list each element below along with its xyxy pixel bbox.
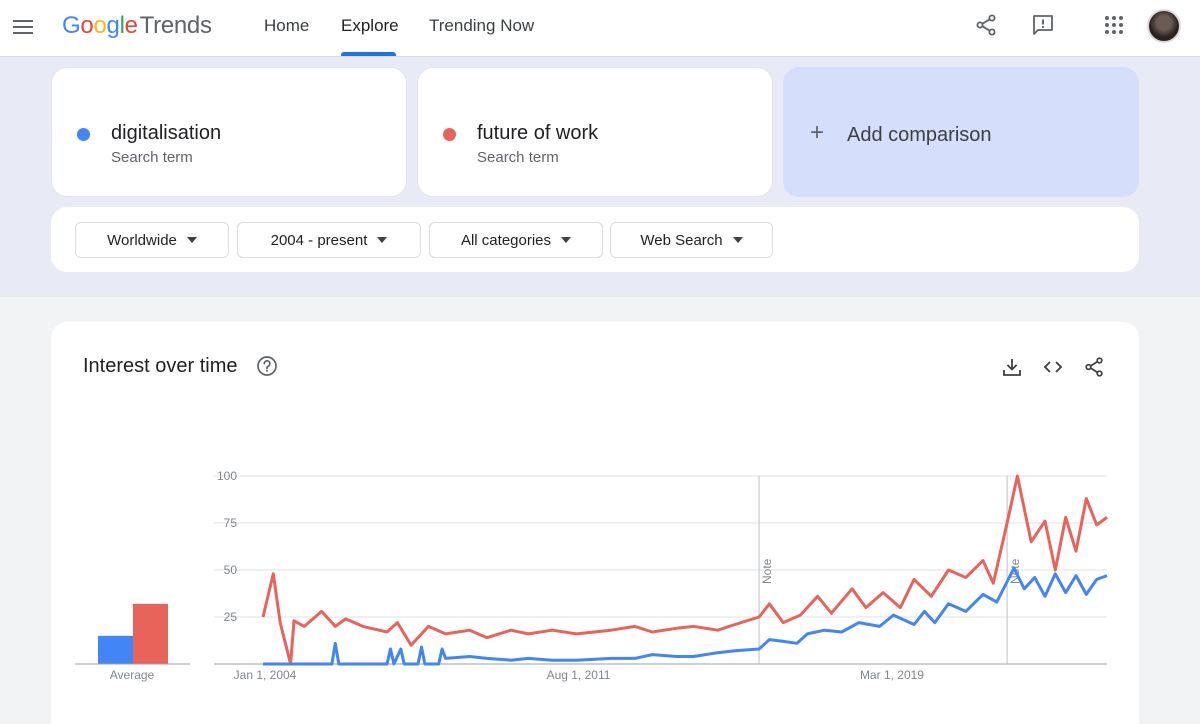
active-tab-indicator	[341, 52, 396, 56]
location-filter-dropdown[interactable]: Worldwide	[75, 222, 229, 258]
category-filter-value: All categories	[460, 231, 552, 249]
search-term-card-2[interactable]: future of work Search term	[417, 67, 773, 197]
feedback-icon[interactable]	[1031, 13, 1055, 37]
y-tick-label: 100	[217, 469, 237, 483]
y-tick-label: 50	[224, 563, 238, 577]
interest-over-time-chart: 255075100Note NoteJan 1, 2004 Aug 1, 2011 M…	[75, 469, 1108, 682]
dropdown-arrow-icon	[377, 237, 388, 243]
add-comparison-label: Add comparison	[847, 124, 992, 146]
search-term-card-1[interactable]: digitalisation Search term	[51, 67, 407, 197]
nav-tab-home[interactable]: Home	[264, 16, 309, 36]
share-icon[interactable]	[974, 13, 998, 37]
search-term-name: future of work	[477, 122, 599, 144]
series-line-digitalisation	[263, 566, 1108, 666]
search-type-filter-value: Web Search	[640, 231, 723, 249]
explore-header-panel: digitalisation Search term future of wor…	[0, 57, 1200, 297]
add-comparison-button[interactable]: + Add comparison	[783, 67, 1139, 197]
search-type-filter-dropdown[interactable]: Web Search	[610, 222, 773, 258]
time-range-filter-value: 2004 - present	[270, 231, 368, 249]
nav-tab-trending-now[interactable]: Trending Now	[429, 16, 534, 36]
category-filter-dropdown[interactable]: All categories	[429, 222, 603, 258]
location-filter-value: Worldwide	[107, 231, 177, 249]
logo-google-wordmark: Google	[62, 12, 138, 39]
average-bar-future-of-work	[133, 603, 168, 664]
apps-grid-icon[interactable]	[1102, 13, 1126, 37]
time-range-filter-dropdown[interactable]: 2004 - present	[237, 222, 421, 258]
interest-over-time-card: Interest over time 25 50 75 100 Note Note Jan …	[51, 322, 1139, 724]
x-tick-label: Aug 1, 2011	[547, 668, 611, 682]
main-menu-icon[interactable]	[10, 14, 36, 40]
user-avatar[interactable]	[1147, 9, 1181, 43]
google-trends-logo[interactable]: GoogleTrends	[62, 12, 212, 40]
search-term-type: Search term	[477, 149, 559, 166]
y-tick-label: 25	[224, 610, 238, 624]
series-color-dot	[443, 128, 456, 141]
dropdown-arrow-icon	[732, 237, 743, 243]
search-term-type: Search term	[111, 149, 193, 166]
average-bar-digitalisation	[98, 635, 133, 664]
top-app-bar: GoogleTrends Home Explore Trending Now	[0, 0, 1200, 57]
x-tick-label: Mar 1, 2019	[860, 668, 924, 682]
filter-bar: Worldwide 2004 - present All categories …	[51, 207, 1139, 272]
x-tick-label: Jan 1, 2004	[234, 668, 297, 682]
search-term-name: digitalisation	[111, 122, 222, 144]
average-label: Average	[110, 668, 155, 682]
logo-product-name: Trends	[139, 12, 212, 39]
plus-icon: +	[810, 119, 825, 146]
note-marker-label: Note	[760, 558, 774, 584]
series-color-dot	[77, 128, 90, 141]
dropdown-arrow-icon	[561, 237, 572, 243]
y-tick-label: 75	[224, 516, 238, 530]
dropdown-arrow-icon	[186, 237, 197, 243]
nav-tab-explore[interactable]: Explore	[341, 16, 399, 36]
